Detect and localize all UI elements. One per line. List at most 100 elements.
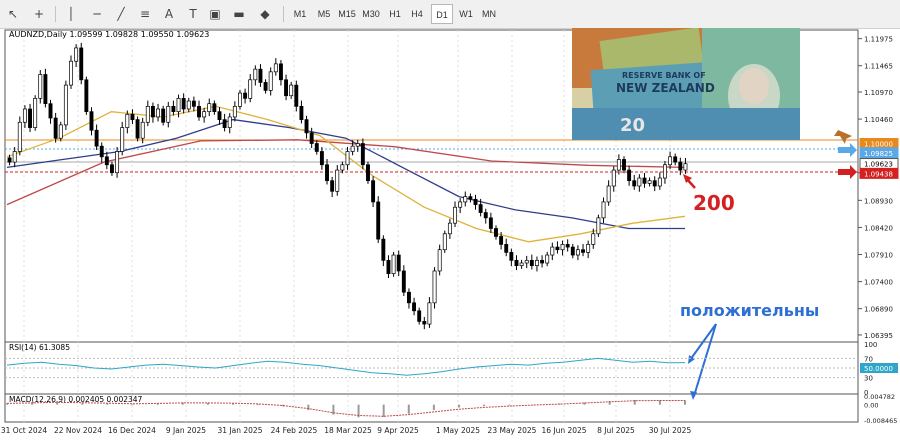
fibonacci-icon[interactable]: ≡	[136, 5, 154, 23]
candle-body	[376, 201, 381, 240]
drawing-tools-menu-icon[interactable]: ◆	[256, 5, 274, 23]
candle-body	[524, 259, 529, 264]
horizontal-line-icon[interactable]: ─	[88, 5, 106, 23]
candle-body	[130, 113, 135, 120]
candle-body	[284, 79, 289, 97]
timeframe-m1[interactable]: M1	[290, 4, 310, 24]
candle-body	[314, 143, 319, 152]
candle-body	[156, 108, 160, 118]
candle-body	[38, 74, 43, 99]
candle-body	[422, 321, 427, 325]
timeframe-m15[interactable]: M15	[336, 4, 358, 24]
candle-body	[529, 259, 534, 267]
candle-body	[202, 111, 207, 118]
candle-body	[335, 169, 340, 192]
candle-body	[488, 217, 493, 229]
x-tick-label: 1 May 2025	[436, 426, 480, 435]
candle-body	[366, 164, 370, 182]
macd-histogram-bar	[307, 404, 310, 411]
candle-body	[678, 161, 683, 171]
candle-body	[145, 105, 150, 123]
candle-body	[350, 145, 355, 152]
rsi-y-tick-label: 50.0000	[864, 365, 893, 373]
candle-body	[371, 180, 376, 203]
vertical-line-icon[interactable]: │	[62, 5, 80, 23]
candle-body	[309, 132, 314, 144]
rsi-y-tick-label: 70	[864, 355, 873, 363]
candle-body	[263, 82, 268, 91]
candle-body	[17, 121, 22, 152]
timeframe-m5[interactable]: M5	[314, 4, 334, 24]
candle-body	[84, 79, 89, 113]
candle-body	[463, 196, 468, 203]
trend-line-icon[interactable]: ╱	[112, 5, 130, 23]
candle-body	[627, 169, 632, 182]
candle-body	[191, 100, 196, 107]
macd-y-tick-label: 0.004782	[864, 393, 895, 401]
candle-body	[601, 201, 606, 219]
svg-text:20: 20	[620, 115, 645, 136]
y-tick-label: 1.10970	[864, 89, 893, 97]
candle-body	[197, 105, 201, 118]
candle-body	[299, 105, 304, 120]
candle-body	[268, 71, 273, 91]
candle-body	[555, 246, 560, 251]
macd-y-tick-label: -0.008465	[864, 417, 897, 425]
candle-body	[432, 270, 437, 304]
macd-y-tick-label: 0.00	[864, 402, 878, 410]
timeframe-h1[interactable]: H1	[386, 4, 404, 24]
candle-body	[417, 310, 422, 322]
y-tick-label: 1.07910	[864, 252, 893, 260]
candle-body	[79, 47, 84, 81]
timeframe-d1[interactable]: D1	[431, 4, 453, 24]
candle-body	[340, 164, 345, 171]
cursor-arrow-icon[interactable]: ↖	[4, 5, 22, 23]
candle-body	[28, 108, 32, 128]
timeframe-mn[interactable]: MN	[479, 4, 499, 24]
x-tick-label: 16 Dec 2024	[108, 426, 156, 435]
svg-text:NEW ZEALAND: NEW ZEALAND	[616, 81, 715, 95]
candle-body	[581, 249, 585, 253]
candle-body	[355, 143, 360, 147]
candle-body	[550, 246, 555, 256]
y-tick-label: 1.10460	[864, 116, 893, 124]
timeframe-w1[interactable]: W1	[456, 4, 476, 24]
shapes-menu-icon[interactable]: ▬	[230, 5, 248, 23]
candle-body	[683, 163, 688, 171]
toolbar-separator	[283, 6, 284, 22]
candle-body	[171, 105, 176, 113]
candle-body	[120, 127, 125, 152]
candle-body	[222, 119, 227, 128]
svg-text:RESERVE BANK OF: RESERVE BANK OF	[622, 71, 706, 80]
macd-histogram-bar	[106, 403, 109, 405]
candle-body	[396, 254, 401, 272]
candle-body	[325, 164, 329, 182]
candle-body	[12, 151, 17, 163]
candle-body	[43, 74, 48, 105]
rsi-title: RSI(14) 61.3085	[9, 343, 70, 352]
candle-body	[575, 249, 580, 256]
candle-body	[611, 169, 616, 187]
y-tick-label: 1.11465	[864, 63, 893, 71]
candle-body	[668, 156, 673, 166]
macd-histogram-bar	[483, 404, 486, 407]
text-tool-icon[interactable]: T	[184, 5, 202, 23]
rsi-y-tick-label: 30	[864, 375, 873, 383]
candle-body	[504, 244, 509, 253]
timeframe-h4[interactable]: H4	[408, 4, 426, 24]
x-tick-label: 22 Nov 2024	[54, 426, 102, 435]
candle-body	[616, 159, 621, 171]
candle-body	[345, 151, 350, 166]
timeframe-m30[interactable]: M30	[360, 4, 382, 24]
candle-body	[453, 206, 457, 224]
candle-body	[657, 177, 662, 187]
candle-body	[253, 68, 258, 81]
y-tick-label: 1.08420	[864, 224, 893, 232]
crosshair-icon[interactable]: +	[30, 5, 48, 23]
x-tick-label: 31 Oct 2024	[1, 426, 48, 435]
candle-body	[33, 98, 38, 128]
text-label-icon[interactable]: A	[160, 5, 178, 23]
candle-body	[140, 121, 145, 139]
rectangle-icon[interactable]: ▣	[206, 5, 224, 23]
x-tick-label: 9 Apr 2025	[377, 426, 419, 435]
